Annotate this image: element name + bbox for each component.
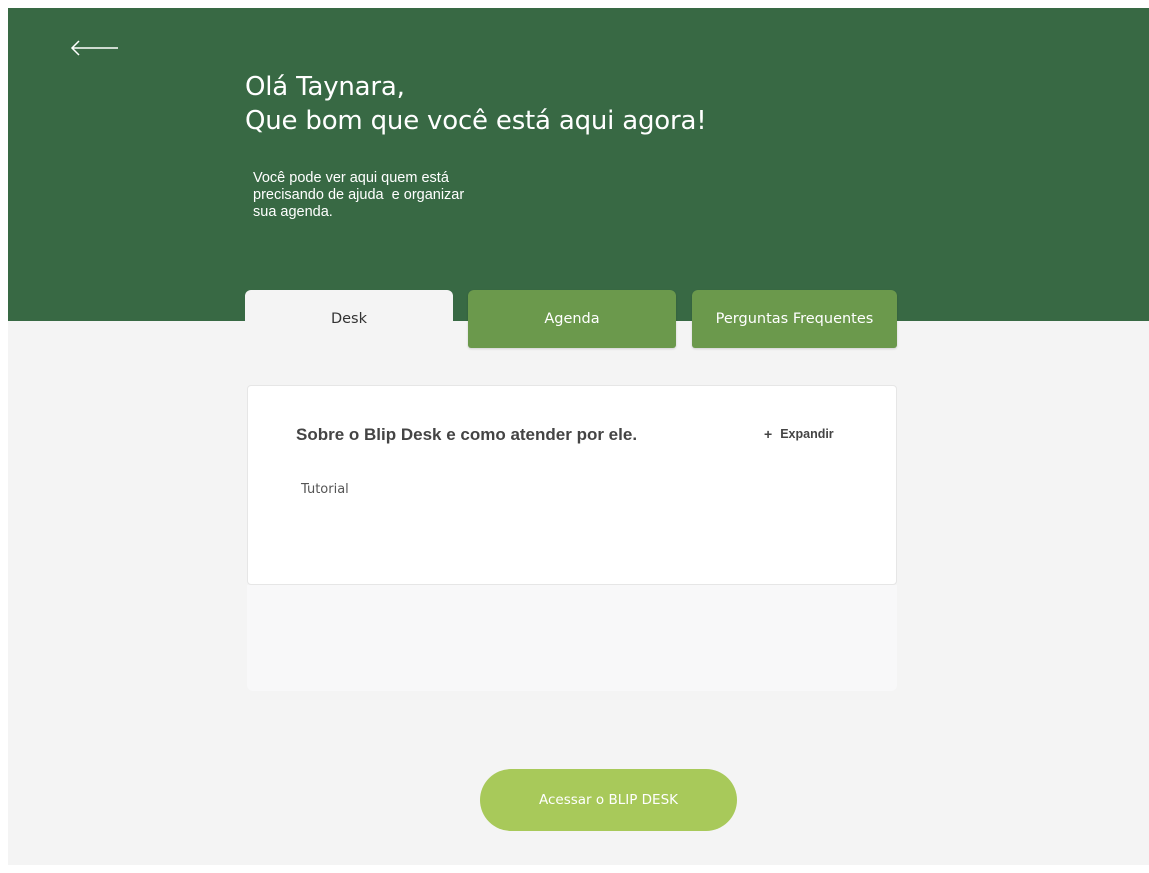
intro-line-3: sua agenda. [253, 204, 333, 220]
greeting-heading: Olá Taynara, Que bom que você está aqui … [245, 70, 707, 138]
tab-perguntas-frequentes-label: Perguntas Frequentes [715, 311, 874, 327]
tab-desk-label: Desk [330, 311, 368, 327]
tab-desk[interactable]: Desk [245, 290, 453, 348]
card-subtitle: Tutorial [301, 482, 349, 497]
header-banner: Olá Taynara, Que bom que você está aqui … [8, 8, 1149, 321]
access-blip-desk-button[interactable]: Acessar o BLIP DESK [480, 769, 737, 831]
tab-agenda[interactable]: Agenda [468, 290, 676, 348]
plus-icon: + [764, 426, 773, 442]
card-footer [247, 585, 897, 691]
tab-agenda-label: Agenda [544, 311, 600, 327]
arrow-left-icon[interactable] [70, 36, 120, 60]
expand-label: Expandir [780, 427, 834, 441]
intro-line-1: Você pode ver aqui quem está [253, 170, 449, 186]
greeting-line-1: Olá Taynara, [245, 72, 405, 102]
intro-text: Você pode ver aqui quem está precisando … [253, 170, 543, 221]
tab-perguntas-frequentes[interactable]: Perguntas Frequentes [692, 290, 897, 348]
expand-button[interactable]: + Expandir [764, 426, 834, 442]
info-card: Sobre o Blip Desk e como atender por ele… [247, 385, 897, 585]
greeting-line-2: Que bom que você está aqui agora! [245, 106, 707, 136]
page: Olá Taynara, Que bom que você está aqui … [8, 8, 1149, 865]
intro-line-2: precisando de ajuda e organizar [253, 187, 465, 203]
card-title: Sobre o Blip Desk e como atender por ele… [296, 425, 638, 444]
